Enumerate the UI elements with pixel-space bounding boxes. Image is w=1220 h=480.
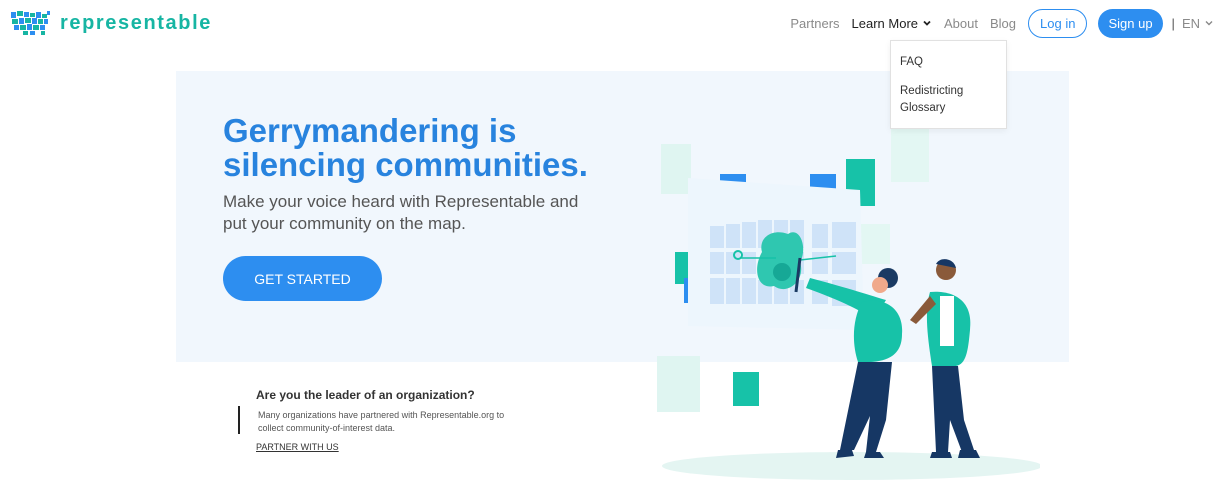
brand-name: representable: [60, 11, 212, 34]
top-navbar: representable Partners Learn More About …: [0, 0, 1220, 46]
hero-title: Gerrymandering is silencing communities.: [223, 112, 588, 183]
float-tile: [891, 128, 929, 182]
get-started-button[interactable]: GET STARTED: [223, 256, 382, 301]
nav-learn-more-label: Learn More: [851, 15, 919, 31]
org-description: Many organizations have partnered with R…: [258, 410, 505, 433]
float-tile: [858, 224, 890, 264]
org-divider: [238, 406, 240, 434]
dropdown-item-faq[interactable]: FAQ: [900, 54, 923, 71]
us-map-icon: [11, 11, 50, 35]
learn-more-dropdown: FAQ Redistricting Glossary: [890, 40, 1007, 129]
nav-separator: |: [1171, 15, 1175, 31]
community-marker: [773, 263, 791, 281]
float-tile: [657, 356, 700, 412]
nav-partners-link[interactable]: Partners: [790, 16, 839, 31]
nav-learn-more-toggle[interactable]: Learn More: [852, 16, 932, 31]
hero-subtitle: Make your voice heard with Representable…: [223, 192, 579, 233]
language-selector[interactable]: EN: [1182, 16, 1200, 31]
dropdown-item-glossary[interactable]: Redistricting Glossary: [900, 83, 990, 117]
person-standing: [910, 259, 980, 458]
signup-button[interactable]: Sign up: [1098, 8, 1163, 38]
nav-blog-link[interactable]: Blog: [990, 16, 1016, 31]
login-button[interactable]: Log in: [1028, 8, 1088, 38]
partner-with-us-link[interactable]: PARTNER WITH US: [256, 442, 339, 452]
nav-about-link[interactable]: About: [944, 16, 978, 31]
chevron-down-icon[interactable]: [1204, 18, 1214, 28]
org-question: Are you the leader of an organization?: [256, 388, 475, 402]
community-map-illustration: [657, 128, 1040, 480]
float-tile: [733, 372, 759, 406]
float-tile: [661, 144, 691, 194]
chevron-down-icon: [923, 20, 931, 26]
brand-logo[interactable]: representable: [11, 10, 212, 36]
nav-menu: Partners Learn More About Blog Log in Si…: [790, 8, 1220, 38]
